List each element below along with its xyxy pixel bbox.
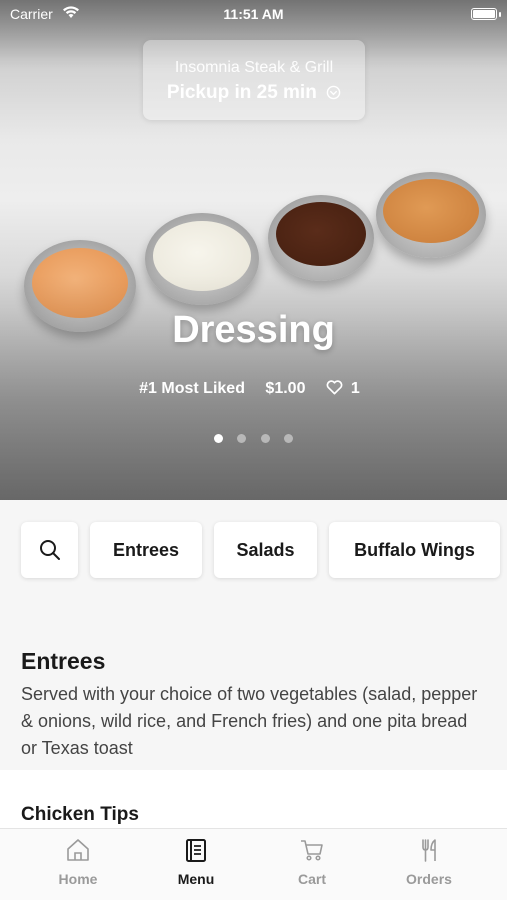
section-description: Served with your choice of two vegetable… xyxy=(21,684,478,758)
search-icon xyxy=(39,540,60,560)
featured-likes[interactable]: 1 xyxy=(326,380,368,398)
search-button[interactable] xyxy=(21,522,78,578)
featured-price: $1.00 xyxy=(265,380,306,397)
tab-cart[interactable]: Cart xyxy=(249,837,375,887)
featured-hero[interactable]: Carrier 11:51 AM Insomnia Steak & Grill … xyxy=(0,0,507,500)
category-chip-salads[interactable]: Salads xyxy=(214,522,317,578)
category-chip-entrees[interactable]: Entrees xyxy=(90,522,202,578)
tab-home[interactable]: Home xyxy=(15,837,141,887)
tab-bar: Home Menu Cart Orders xyxy=(0,828,507,900)
tab-label: Orders xyxy=(406,871,452,887)
menu-icon xyxy=(186,839,206,862)
tab-label: Cart xyxy=(297,871,326,887)
menu-item[interactable]: Chicken Tips xyxy=(0,770,507,830)
featured-meta: #1 Most Liked $1.00 1 xyxy=(0,380,507,398)
restaurant-name: Insomnia Steak & Grill xyxy=(174,59,334,76)
pickup-eta: Pickup in 25 min xyxy=(166,82,317,103)
heart-icon xyxy=(326,380,343,395)
tab-menu[interactable]: Menu xyxy=(133,837,259,887)
tab-label: Home xyxy=(58,871,98,887)
carousel-dot[interactable] xyxy=(213,434,223,443)
category-bar: Entrees Salads Buffalo Wings xyxy=(0,500,507,600)
category-chip-buffalo-wings[interactable]: Buffalo Wings xyxy=(329,522,500,578)
likes-count: 1 xyxy=(350,380,360,397)
carousel-dot[interactable] xyxy=(260,434,270,443)
carousel-pagination[interactable] xyxy=(0,430,507,448)
battery-icon xyxy=(471,8,497,20)
status-bar: Carrier 11:51 AM xyxy=(0,0,507,30)
status-time: 11:51 AM xyxy=(223,6,284,22)
tab-orders[interactable]: Orders xyxy=(366,837,492,887)
carousel-dot[interactable] xyxy=(284,434,294,443)
carousel-dot[interactable] xyxy=(237,434,247,443)
menu-section: Entrees Served with your choice of two v… xyxy=(0,620,507,770)
chevron-down-circle-icon xyxy=(326,86,341,100)
home-icon xyxy=(67,839,89,861)
section-title: Entrees xyxy=(21,648,106,674)
pickup-selector[interactable]: Insomnia Steak & Grill Pickup in 25 min xyxy=(143,40,365,120)
featured-title: Dressing xyxy=(172,309,335,351)
cart-icon xyxy=(301,840,323,861)
fork-knife-icon xyxy=(422,839,436,862)
featured-rank: #1 Most Liked xyxy=(139,380,245,397)
tab-label: Menu xyxy=(177,871,215,887)
menu-item-name: Chicken Tips xyxy=(21,804,139,825)
